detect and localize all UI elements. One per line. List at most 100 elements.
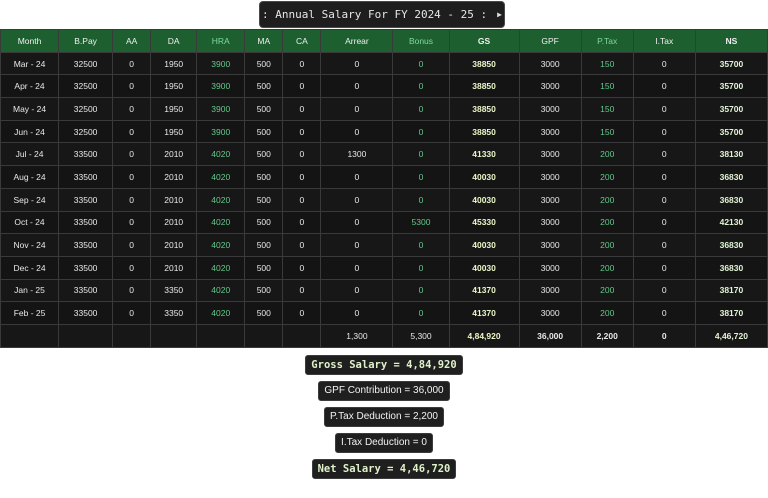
total-ptax: 2,200 bbox=[580, 323, 634, 348]
cell-ca: 0 bbox=[282, 301, 322, 325]
cell-da: 3350 bbox=[150, 301, 198, 325]
cell-month: May - 24 bbox=[0, 97, 60, 121]
col-header-hra: HRA bbox=[196, 29, 246, 53]
cell-hra: 4020 bbox=[196, 278, 246, 303]
cell-ptax: 200 bbox=[580, 278, 634, 303]
cell-bonus: 0 bbox=[392, 119, 450, 144]
cell-gs: 40030 bbox=[448, 187, 520, 212]
cell-bpay: 32500 bbox=[58, 51, 114, 76]
table-row: Aug - 24 33500 0 2010 4020 500 0 0 0 40030 3000 200… bbox=[0, 165, 768, 189]
cell-ptax: 200 bbox=[580, 165, 634, 189]
col-header-gpf: GPF bbox=[518, 29, 582, 53]
cell-aa: 0 bbox=[112, 301, 152, 325]
cell-bpay: 33500 bbox=[58, 187, 114, 212]
cell-bonus: 0 bbox=[392, 97, 450, 121]
cell-ca: 0 bbox=[282, 97, 322, 121]
cell-arrear: 0 bbox=[320, 97, 394, 121]
cell-itax: 0 bbox=[632, 233, 696, 257]
cell-ca: 0 bbox=[282, 119, 322, 144]
cell-ns: 35700 bbox=[694, 74, 768, 99]
total-gpf: 36,000 bbox=[518, 323, 582, 348]
salary-table: Month B.Pay AA DA HRA MA CA Arrear Bonus… bbox=[0, 29, 768, 348]
cell-itax: 0 bbox=[632, 278, 696, 303]
col-header-ca: CA bbox=[282, 29, 322, 53]
cell-arrear: 0 bbox=[320, 233, 394, 257]
cell-bpay: 33500 bbox=[58, 165, 114, 189]
cell-gs: 38850 bbox=[448, 74, 520, 99]
cell-itax: 0 bbox=[632, 142, 696, 167]
cell-ns: 35700 bbox=[694, 119, 768, 144]
cell-ns: 36830 bbox=[694, 255, 768, 280]
cell-ptax: 200 bbox=[580, 301, 634, 325]
cell-month: Jul - 24 bbox=[0, 142, 60, 167]
cell-ca: 0 bbox=[282, 74, 322, 99]
cell-bpay: 32500 bbox=[58, 97, 114, 121]
totals-row: 1,300 5,300 4,84,920 36,000 2,200 0 4,46,720 bbox=[0, 323, 768, 348]
col-header-ns: NS bbox=[694, 29, 768, 53]
cell-da: 2010 bbox=[150, 187, 198, 212]
cell-ptax: 200 bbox=[580, 233, 634, 257]
cell-aa: 0 bbox=[112, 210, 152, 235]
cell-arrear: 0 bbox=[320, 165, 394, 189]
cell-aa: 0 bbox=[112, 97, 152, 121]
cell-gpf: 3000 bbox=[518, 301, 582, 325]
cell-bonus: 0 bbox=[392, 51, 450, 76]
cell-ma: 500 bbox=[244, 74, 284, 99]
cell-arrear: 0 bbox=[320, 119, 394, 144]
cell-da: 2010 bbox=[150, 165, 198, 189]
table-row: Jul - 24 33500 0 2010 4020 500 0 1300 0 41330 3000… bbox=[0, 142, 768, 167]
cell-bonus: 0 bbox=[392, 301, 450, 325]
cell-bonus: 0 bbox=[392, 142, 450, 167]
cell-month: Jun - 24 bbox=[0, 119, 60, 144]
cell-gs: 40030 bbox=[448, 233, 520, 257]
salary-table-body: Mar - 24 32500 0 1950 3900 500 0 0 0 38850 3000 150… bbox=[0, 51, 768, 348]
total-bpay bbox=[58, 323, 114, 348]
cell-hra: 4020 bbox=[196, 165, 246, 189]
cell-hra: 3900 bbox=[196, 51, 246, 76]
triangle-right-icon[interactable]: ▶ bbox=[497, 10, 502, 19]
cell-ma: 500 bbox=[244, 278, 284, 303]
table-row: Apr - 24 32500 0 1950 3900 500 0 0 0 38850 3000 150… bbox=[0, 74, 768, 99]
col-header-da: DA bbox=[150, 29, 198, 53]
cell-ptax: 150 bbox=[580, 119, 634, 144]
table-row: Oct - 24 33500 0 2010 4020 500 0 0 5300 45330 3000… bbox=[0, 210, 768, 235]
cell-gpf: 3000 bbox=[518, 74, 582, 99]
cell-gpf: 3000 bbox=[518, 278, 582, 303]
table-row: May - 24 32500 0 1950 3900 500 0 0 0 38850 3000 150… bbox=[0, 97, 768, 121]
cell-aa: 0 bbox=[112, 51, 152, 76]
cell-ptax: 200 bbox=[580, 142, 634, 167]
cell-ns: 36830 bbox=[694, 233, 768, 257]
cell-gpf: 3000 bbox=[518, 142, 582, 167]
cell-bonus: 5300 bbox=[392, 210, 450, 235]
cell-ma: 500 bbox=[244, 301, 284, 325]
table-row: Nov - 24 33500 0 2010 4020 500 0 0 0 40030 3000 200… bbox=[0, 233, 768, 257]
cell-gpf: 3000 bbox=[518, 233, 582, 257]
cell-hra: 3900 bbox=[196, 119, 246, 144]
cell-itax: 0 bbox=[632, 74, 696, 99]
header-row: Month B.Pay AA DA HRA MA CA Arrear Bonus… bbox=[0, 29, 768, 53]
cell-ns: 36830 bbox=[694, 187, 768, 212]
salary-summary: Gross Salary = 4,84,920 GPF Contribution… bbox=[0, 355, 768, 485]
cell-bpay: 33500 bbox=[58, 255, 114, 280]
total-ca bbox=[282, 323, 322, 348]
cell-gs: 45330 bbox=[448, 210, 520, 235]
cell-gs: 38850 bbox=[448, 51, 520, 76]
cell-ma: 500 bbox=[244, 51, 284, 76]
cell-gs: 41370 bbox=[448, 301, 520, 325]
total-bonus: 5,300 bbox=[392, 323, 450, 348]
cell-itax: 0 bbox=[632, 210, 696, 235]
net-salary-label: Net Salary = 4,46,720 bbox=[311, 459, 457, 479]
cell-aa: 0 bbox=[112, 187, 152, 212]
cell-ns: 38170 bbox=[694, 278, 768, 303]
cell-arrear: 0 bbox=[320, 278, 394, 303]
cell-gs: 41330 bbox=[448, 142, 520, 167]
cell-ma: 500 bbox=[244, 210, 284, 235]
cell-bonus: 0 bbox=[392, 187, 450, 212]
cell-month: Nov - 24 bbox=[0, 233, 60, 257]
total-da bbox=[150, 323, 198, 348]
cell-gs: 38850 bbox=[448, 119, 520, 144]
cell-ca: 0 bbox=[282, 233, 322, 257]
cell-da: 2010 bbox=[150, 142, 198, 167]
cell-arrear: 0 bbox=[320, 301, 394, 325]
cell-hra: 3900 bbox=[196, 74, 246, 99]
